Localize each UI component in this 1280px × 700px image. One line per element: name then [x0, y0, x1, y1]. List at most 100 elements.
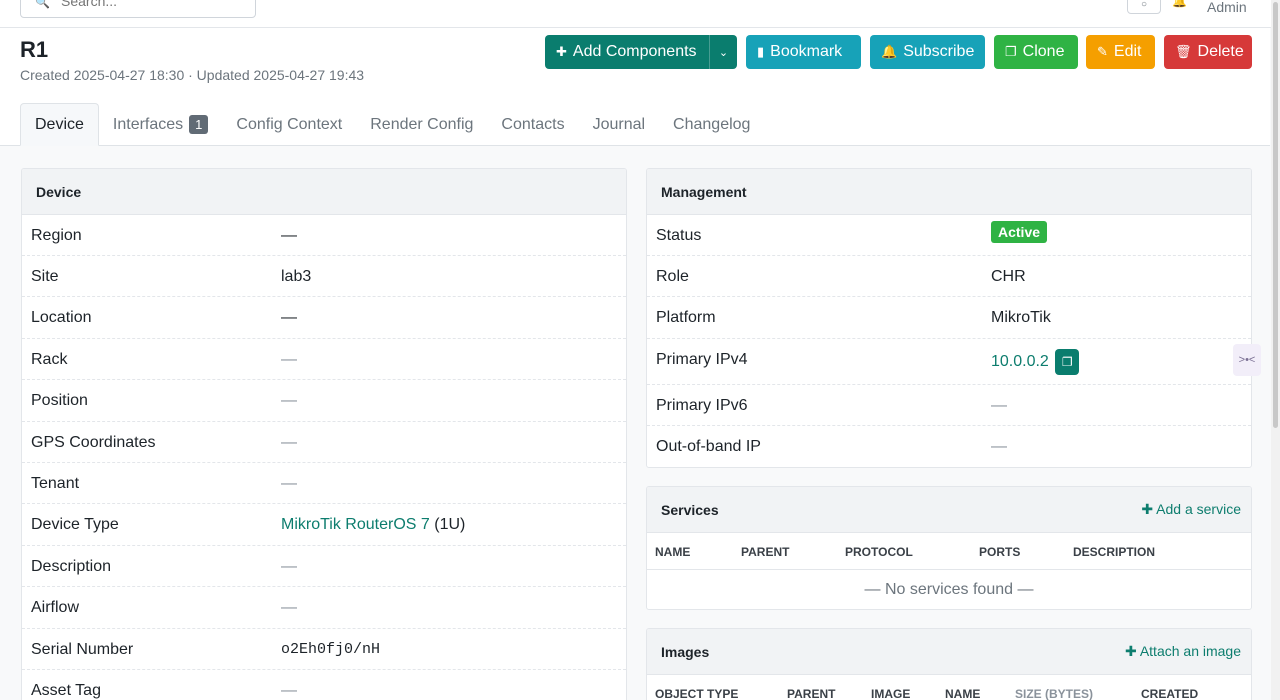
bookmark-button[interactable]: ▮ Bookmark — [746, 35, 861, 69]
tab-device[interactable]: Device — [20, 103, 99, 146]
attr-row-tenant: Tenant — — [22, 463, 626, 504]
tab-changelog[interactable]: Changelog — [659, 103, 764, 146]
tab-label: Config Context — [236, 115, 343, 133]
attr-row-gps: GPS Coordinates — — [22, 422, 626, 463]
delete-label: Delete — [1197, 43, 1244, 60]
attr-row-role: Role CHR — [647, 256, 1251, 297]
chevron-down-icon[interactable]: ⌄ — [709, 35, 737, 69]
pencil-icon: ✎ — [1097, 44, 1108, 59]
object-tabs: Device Interfaces 1 Config Context Render… — [20, 103, 764, 146]
trash-icon: 🗑 — [1175, 44, 1192, 59]
role-link[interactable]: CHR — [991, 268, 1026, 286]
attr-row-site: Site lab3 — [22, 256, 626, 297]
tab-interfaces[interactable]: Interfaces 1 — [99, 103, 223, 146]
attr-label: Region — [31, 227, 82, 244]
attr-label: Tenant — [31, 475, 80, 492]
bookmark-label: Bookmark — [770, 43, 843, 60]
plus-icon: ✚ — [556, 44, 567, 59]
platform-link[interactable]: MikroTik — [991, 309, 1051, 327]
bookmark-icon: ▮ — [757, 44, 765, 59]
column-header[interactable]: PROTOCOL — [845, 545, 913, 559]
attr-row-device-type: Device Type MikroTik RouterOS 7 (1U) — [22, 504, 626, 546]
attr-label: Platform — [656, 309, 716, 326]
site-link[interactable]: lab3 — [281, 268, 311, 286]
attach-image-button[interactable]: ✚ Attach an image — [1125, 643, 1241, 660]
attr-label: Primary IPv4 — [656, 351, 748, 368]
attr-label: Asset Tag — [31, 682, 101, 699]
attr-row-region: Region — — [22, 215, 626, 256]
search-input[interactable] — [61, 0, 241, 9]
tab-render-config[interactable]: Render Config — [356, 103, 487, 146]
attr-row-status: Status Active — [647, 215, 1251, 256]
attr-row-position: Position — — [22, 380, 626, 422]
attr-label: Description — [31, 558, 112, 575]
subscribe-button[interactable]: 🔔 Subscribe — [870, 35, 985, 69]
card-header: Services ✚ Add a service — [647, 487, 1251, 533]
primary-ipv4-link[interactable]: 10.0.0.2 — [991, 353, 1049, 370]
column-header[interactable]: PARENT — [741, 545, 789, 559]
attr-value: — — [281, 351, 297, 368]
tab-contacts[interactable]: Contacts — [487, 103, 578, 146]
tab-label: Render Config — [370, 115, 474, 133]
device-type-link[interactable]: MikroTik RouterOS 7 — [281, 516, 430, 533]
subscribe-label: Subscribe — [903, 43, 975, 60]
delete-button[interactable]: 🗑 Delete — [1164, 35, 1252, 69]
clone-button[interactable]: ❐ Clone — [994, 35, 1078, 69]
collapse-panel-icon[interactable]: >•< — [1233, 344, 1261, 376]
management-card: Management Status Active Role CHR Platform… — [646, 168, 1252, 468]
tab-label: Journal — [592, 115, 646, 133]
attr-label: Position — [31, 392, 88, 409]
add-components-button[interactable]: ✚ Add Components ⌄ — [545, 35, 737, 69]
attr-label: Rack — [31, 351, 68, 368]
scrollbar-thumb[interactable] — [1273, 2, 1278, 428]
attr-value: — — [281, 558, 297, 575]
theme-toggle-button[interactable]: ○ — [1127, 0, 1161, 14]
attr-label: Out-of-band IP — [656, 438, 761, 455]
attr-value: — — [281, 227, 297, 244]
attr-value: — — [281, 392, 297, 409]
page-scrollbar[interactable] — [1271, 0, 1280, 700]
column-header[interactable]: DESCRIPTION — [1073, 545, 1155, 559]
top-navbar: 🔍 ○ 🔔 Admin — [0, 0, 1280, 28]
card-title: Management — [647, 169, 1251, 215]
attr-label: Serial Number — [31, 641, 134, 658]
attr-row-rack: Rack — — [22, 339, 626, 380]
column-header[interactable]: NAME — [945, 687, 980, 700]
edit-button[interactable]: ✎ Edit — [1086, 35, 1155, 69]
attr-row-airflow: Airflow — — [22, 587, 626, 629]
search-box[interactable]: 🔍 — [20, 0, 256, 18]
edit-label: Edit — [1113, 43, 1142, 60]
attr-label: Location — [31, 309, 92, 326]
serial-number-value: o2Eh0fj0/nH — [281, 641, 381, 658]
card-title: Device — [22, 169, 626, 215]
column-header[interactable]: IMAGE — [871, 687, 910, 700]
tab-config-context[interactable]: Config Context — [222, 103, 356, 146]
column-header[interactable]: SIZE (BYTES) — [1015, 687, 1093, 700]
attr-row-location: Location — — [22, 297, 626, 339]
unit-height: (1U) — [434, 516, 466, 533]
images-table-header: OBJECT TYPE PARENT IMAGE NAME SIZE (BYTE… — [647, 675, 1251, 700]
attr-row-platform: Platform MikroTik — [647, 297, 1251, 339]
attr-label: Site — [31, 268, 59, 285]
page-title: R1 — [20, 37, 49, 62]
notifications-icon[interactable]: 🔔 — [1172, 0, 1187, 8]
attr-label: Primary IPv6 — [656, 397, 748, 414]
column-header[interactable]: CREATED — [1141, 687, 1198, 700]
add-service-button[interactable]: ✚ Add a service — [1141, 501, 1241, 518]
column-header[interactable]: NAME — [655, 545, 690, 559]
column-header[interactable]: PORTS — [979, 545, 1020, 559]
tab-journal[interactable]: Journal — [579, 103, 659, 146]
plus-icon: ✚ — [1141, 501, 1154, 517]
column-header[interactable]: PARENT — [787, 687, 835, 700]
attr-label: Status — [656, 227, 702, 244]
add-components-label: Add Components — [572, 43, 697, 60]
attr-value: — — [991, 438, 1007, 455]
column-header[interactable]: OBJECT TYPE — [655, 687, 738, 700]
copy-icon[interactable]: ❐ — [1055, 349, 1080, 375]
tab-label: Contacts — [501, 115, 565, 133]
user-menu[interactable]: Admin — [1207, 0, 1247, 15]
attr-row-asset-tag: Asset Tag — — [22, 670, 626, 700]
device-card: Device Region — Site lab3 Location — Rack — … — [21, 168, 627, 700]
services-card: Services ✚ Add a service NAME PARENT PRO… — [646, 486, 1252, 610]
tab-label: Changelog — [673, 115, 751, 133]
